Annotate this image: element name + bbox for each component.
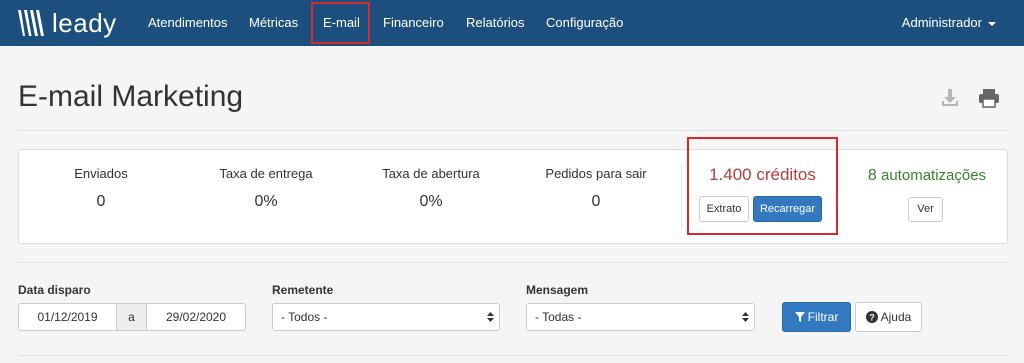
stat-label: Pedidos para sair bbox=[545, 166, 647, 181]
date-range-separator: a bbox=[116, 303, 147, 331]
stat-value: 0% bbox=[254, 193, 278, 210]
date-to-input[interactable]: 29/02/2020 bbox=[146, 303, 246, 331]
automations-number: 8 bbox=[867, 167, 877, 184]
stats-divider bbox=[681, 164, 682, 228]
svg-text:?: ? bbox=[869, 313, 875, 323]
select-arrows-icon bbox=[742, 312, 749, 322]
top-navbar: leady Atendimentos Métricas E-mail Finan… bbox=[0, 0, 1024, 46]
sender-select[interactable]: - Todos - bbox=[272, 303, 500, 331]
bottom-divider bbox=[18, 355, 1008, 356]
filters-divider bbox=[18, 262, 1008, 263]
message-select-value: - Todas - bbox=[535, 310, 582, 324]
print-icon[interactable] bbox=[978, 88, 1000, 108]
filter-button[interactable]: Filtrar bbox=[782, 302, 851, 332]
stat-value: 0 bbox=[591, 193, 601, 210]
stat-label: Enviados bbox=[74, 166, 128, 181]
nav-metricas[interactable]: Métricas bbox=[249, 0, 298, 46]
nav-financeiro[interactable]: Financeiro bbox=[383, 0, 444, 46]
filter-icon bbox=[794, 312, 805, 322]
sender-filter-label: Remetente bbox=[272, 283, 334, 297]
download-icon[interactable] bbox=[940, 88, 960, 108]
nav-configuracao[interactable]: Configuração bbox=[546, 0, 623, 46]
extract-button[interactable]: Extrato bbox=[699, 196, 749, 222]
stat-label: Taxa de entrega bbox=[219, 166, 313, 181]
recharge-button[interactable]: Recarregar bbox=[753, 196, 822, 222]
help-button[interactable]: ? Ajuda bbox=[855, 302, 922, 332]
title-divider bbox=[18, 130, 1008, 131]
sender-select-value: - Todos - bbox=[281, 310, 328, 324]
nav-atendimentos[interactable]: Atendimentos bbox=[148, 0, 228, 46]
user-menu[interactable]: Administrador bbox=[902, 0, 996, 46]
nav-email[interactable]: E-mail bbox=[323, 0, 360, 46]
automations-label: automatizações bbox=[881, 167, 987, 184]
automations-count[interactable]: 8 automatizações bbox=[852, 167, 1002, 185]
page-title: E-mail Marketing bbox=[18, 80, 244, 113]
view-automations-button[interactable]: Ver bbox=[908, 197, 943, 222]
credits-balance: 1.400 créditos bbox=[709, 165, 816, 184]
stat-label: Taxa de abertura bbox=[382, 166, 480, 181]
caret-down-icon bbox=[988, 21, 996, 26]
stat-value: 0 bbox=[96, 193, 106, 210]
stats-panel: Enviados 0 Taxa de entrega 0% Taxa de ab… bbox=[18, 149, 1008, 244]
date-filter-label: Data disparo bbox=[18, 283, 91, 297]
brand-name: leady bbox=[52, 7, 117, 38]
select-arrows-icon bbox=[487, 312, 494, 322]
date-from-input[interactable]: 01/12/2019 bbox=[18, 303, 117, 331]
filter-button-label: Filtrar bbox=[807, 310, 839, 324]
brand-logo[interactable]: leady bbox=[16, 6, 117, 40]
question-circle-icon: ? bbox=[865, 311, 878, 323]
message-filter-label: Mensagem bbox=[526, 283, 589, 297]
help-button-label: Ajuda bbox=[880, 310, 912, 324]
message-select[interactable]: - Todas - bbox=[526, 303, 755, 331]
nav-relatorios[interactable]: Relatórios bbox=[466, 0, 525, 46]
user-menu-label: Administrador bbox=[901, 15, 982, 30]
leady-logo-icon bbox=[18, 10, 44, 36]
stat-value: 0% bbox=[419, 193, 443, 210]
